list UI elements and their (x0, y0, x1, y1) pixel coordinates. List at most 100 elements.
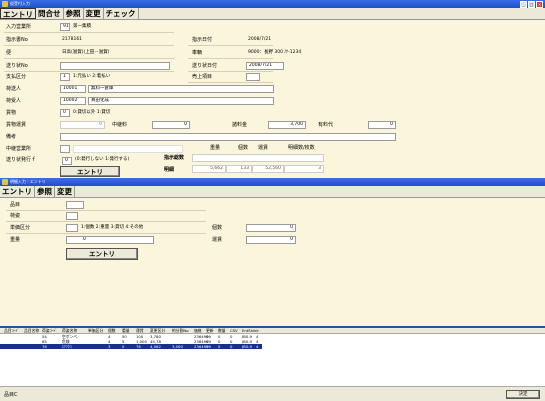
label-transit: 中継営業所 (6, 146, 32, 152)
tab-reference[interactable]: 参照 (64, 8, 84, 19)
remarks-field[interactable] (60, 133, 396, 141)
confirm-button[interactable]: 決定 (506, 390, 540, 399)
issue-code-field[interactable]: 0 (62, 157, 72, 165)
label-shipper: 荷送人 (6, 86, 22, 92)
consignee-name-field[interactable]: 真田化成 (88, 97, 274, 105)
window2-titlebar[interactable]: 明細入力 : エントリ (0, 178, 545, 186)
label-delivery-no: 送り状No (6, 63, 28, 69)
label-weight: 重量 (10, 237, 21, 243)
tab-check[interactable]: チェック (104, 8, 139, 19)
summary-label: 指示総数 (164, 155, 185, 161)
summary-weight: 5,662 (192, 165, 226, 173)
ship-value: 日高(滋賀)(上田－滋賀) (62, 50, 110, 55)
summary-details: 3 (284, 165, 324, 173)
fare2-field[interactable]: 0 (246, 236, 296, 244)
label-consignee: 荷受人 (6, 98, 22, 104)
label-dept: 入力営業所 (6, 24, 32, 30)
sales-field[interactable] (246, 73, 260, 81)
transit-code-field[interactable] (60, 145, 70, 153)
label-item: 品目 (10, 202, 21, 208)
summary-header: 重量 (210, 145, 221, 151)
window2-title: 明細入力 : エントリ (10, 179, 46, 184)
window1-titlebar[interactable]: 仮受付入力 _ □ × (0, 0, 545, 8)
order-date-value: 2008/7/21 (248, 37, 272, 42)
transit-name-field (73, 145, 183, 153)
separator (188, 45, 273, 46)
summary-detail-label: 明細 (164, 167, 175, 173)
cargo-code-field[interactable]: 0 (60, 109, 70, 117)
separator (188, 71, 273, 72)
table-cell: 3 (108, 344, 111, 349)
table-cell: ｴｱｿｸｺ (62, 344, 72, 349)
issue-hint: (0:発行しない 1:発行する) (75, 157, 130, 162)
delivery-no-field[interactable] (60, 62, 170, 70)
table-cell: JB0-9 (242, 344, 252, 349)
relay-fee-field[interactable]: 0 (152, 121, 190, 129)
label-vehicle: 車輌 (192, 50, 203, 56)
label-send-date: 送り状日付 (192, 63, 218, 69)
unit-code-field[interactable] (66, 224, 78, 232)
detail-grid: 品目ｺｰﾄﾞ 品目名称 荷姿ｺｰﾄﾞ 荷姿名称 単価区分 個数 重量 運賃 変更… (0, 326, 545, 386)
label-issue: 送り状発行ｆ (6, 157, 37, 163)
separator (6, 233, 206, 234)
form1: 入力営業所 指示書No 便 送り状No 支払区分 荷送人 荷受人 貨物 貨物運賃… (0, 20, 545, 178)
shipper-code-field[interactable]: 10001 (60, 85, 86, 93)
table-cell: 0 (218, 344, 221, 349)
minimize-button[interactable]: _ (520, 0, 527, 8)
maximize-button[interactable]: □ (528, 0, 535, 8)
tab2-reference[interactable]: 参照 (35, 186, 55, 197)
label-ship: 便 (6, 50, 12, 56)
label-fee: 諸料金 (232, 122, 248, 128)
table-cell: 4,562 (150, 344, 161, 349)
weight-field[interactable]: 0 (66, 236, 154, 244)
shipper-name-field[interactable]: 無料一倉庫 (88, 85, 274, 93)
item-code-field[interactable] (66, 201, 84, 209)
dept-code-field[interactable]: 91 (60, 23, 70, 31)
dept-name: 第一集積 (73, 24, 91, 29)
toolbar2: エントリ 参照 変更 (0, 186, 545, 198)
table-cell: 0 (206, 344, 209, 349)
label-pay: 支払区分 (6, 74, 27, 80)
unit-hint: 1:個数 2:重量 3:貸切 4:その他 (81, 225, 144, 230)
summary-count: 133 (226, 165, 252, 173)
entry2-button[interactable]: エントリ (66, 248, 138, 260)
tab-entry[interactable]: エントリ (0, 8, 36, 19)
packing-code-field[interactable] (66, 212, 78, 220)
send-date-field[interactable]: 2008/7/21 (246, 62, 284, 70)
count-field[interactable]: 0 (246, 224, 296, 232)
separator (4, 45, 174, 46)
label-relay-fee: 中継料 (112, 122, 128, 128)
fee-field[interactable]: 3,700 (268, 121, 306, 129)
table-cell: 76 (136, 344, 141, 349)
table-cell: 0 (122, 344, 125, 349)
label-cargo: 貨物 (6, 110, 17, 116)
summary-fare: 52,560 (252, 165, 284, 173)
toll-field[interactable]: 0 (368, 121, 396, 129)
summary-header: 運賃 (258, 145, 269, 151)
entry-button[interactable]: エントリ (60, 166, 120, 177)
separator (188, 58, 273, 59)
toolbar1: エントリ 問合せ 参照 変更 チェック (0, 8, 545, 20)
table-row[interactable]: 76 ｴｱｿｸｺ 3 0 76 4,562 3,000 2364999 0 0 0 JB0-9 4 (0, 344, 262, 349)
order-no-value: 2178161 (62, 37, 83, 42)
table-cell: 3,000 (172, 344, 183, 349)
pay-code-field[interactable]: 1 (60, 73, 70, 81)
label-count: 個数 (212, 225, 223, 231)
tab2-entry[interactable]: エントリ (0, 186, 35, 197)
summary-header: 明細数/枚数 (288, 145, 315, 151)
separator (6, 221, 206, 222)
separator (6, 210, 206, 211)
cargo-hint: 0:貸切以外 1:貸切 (73, 110, 111, 115)
form2: 品目 荷姿 単価区分 重量 1:個数 2:重量 3:貸切 4:その他 0 個数 … (0, 198, 545, 326)
close-button[interactable]: × (536, 0, 543, 8)
label-order-no: 指示書No (6, 37, 28, 43)
tab2-change[interactable]: 変更 (55, 186, 75, 197)
label-sales: 売上項目 (192, 74, 213, 80)
tab-inquiry[interactable]: 問合せ (36, 8, 64, 19)
fare-field[interactable]: 0 (60, 121, 105, 129)
vehicle-value: 9000：長野 300 /ﾅ-1234 (248, 50, 302, 55)
table-cell: 76 (42, 344, 47, 349)
separator (188, 82, 273, 83)
tab-change[interactable]: 変更 (84, 8, 104, 19)
consignee-code-field[interactable]: 10002 (60, 97, 86, 105)
